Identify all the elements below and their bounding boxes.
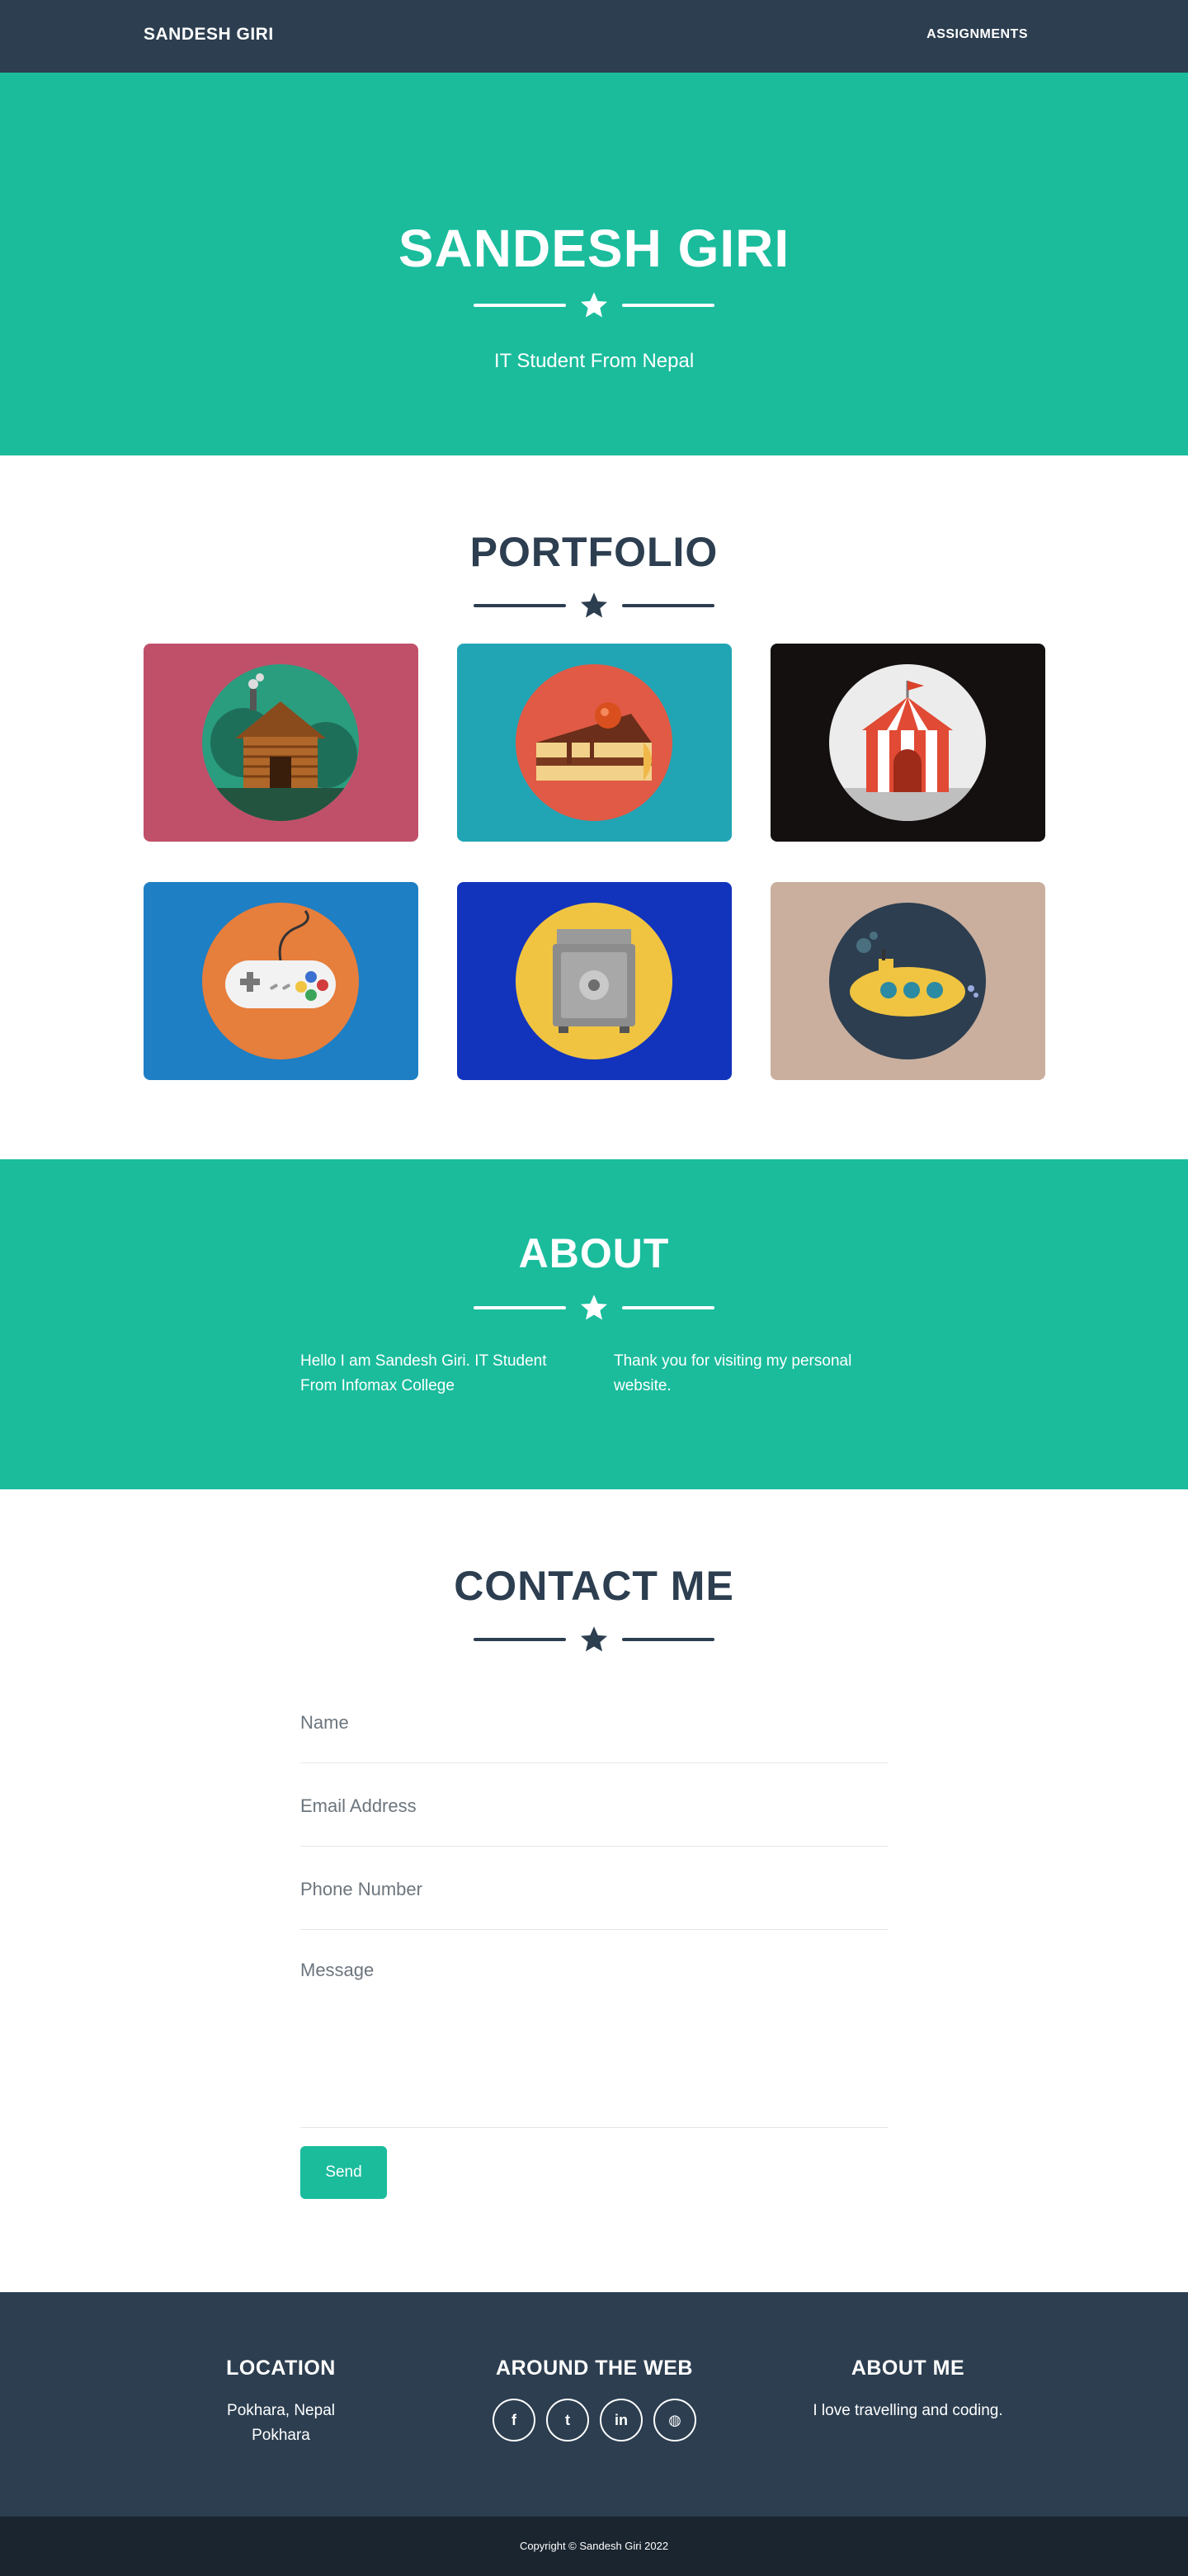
dribbble-icon[interactable]: ◍ [653,2399,696,2442]
contact-divider [474,1626,714,1652]
nav-link-assignments[interactable]: ASSIGNMENTS [926,27,1028,42]
name-input[interactable] [300,1712,889,1734]
linkedin-icon[interactable]: in [600,2399,643,2442]
contact-section: CONTACT ME Send [0,1489,1188,2292]
footer-location-title: LOCATION [226,2357,336,2380]
about-section: ABOUT Hello I am Sandesh Giri. IT Studen… [0,1159,1188,1489]
footer-about-title: ABOUT ME [851,2357,965,2380]
facebook-icon[interactable]: f [493,2399,535,2442]
masthead-subtitle: IT Student From Nepal [493,350,695,372]
submarine-icon [829,903,986,1059]
footer-around-web: AROUND THE WEB f t in ◍ [457,2357,732,2442]
navbar: SANDESH GIRI ASSIGNMENTS [0,0,1188,73]
social-links: f t in ◍ [457,2399,732,2442]
portfolio-divider [474,592,714,618]
footer-about-text: I love travelling and coding. [813,2402,1003,2419]
copyright: Copyright © Sandesh Giri 2022 [0,2517,1188,2576]
portfolio-title: PORTFOLIO [469,529,719,575]
footer: LOCATION Pokhara, Nepal Pokhara AROUND T… [0,2292,1188,2517]
phone-input[interactable] [300,1879,889,1900]
portfolio-section: PORTFOLIO [0,455,1188,1159]
cabin-icon [202,664,359,821]
brand-link[interactable]: SANDESH GIRI [144,25,274,45]
safe-icon [516,903,672,1059]
contact-title: CONTACT ME [454,1563,734,1609]
footer-location-line1: Pokhara, Nepal [227,2402,335,2419]
message-textarea[interactable] [300,1960,889,2116]
message-field-group [300,1951,889,2128]
circus-tent-icon [829,664,986,821]
portfolio-item-cake[interactable] [457,644,732,842]
portfolio-item-circus[interactable] [771,644,1045,842]
footer-web-title: AROUND THE WEB [496,2357,693,2380]
footer-location-line2: Pokhara [252,2427,310,2444]
send-button[interactable]: Send [300,2146,387,2199]
cake-icon [516,664,672,821]
phone-field-group [300,1869,889,1930]
star-icon [580,1295,608,1320]
star-icon [580,1626,608,1652]
footer-location: LOCATION Pokhara, Nepal Pokhara [144,2357,418,2448]
star-icon [580,592,608,618]
portfolio-item-safe[interactable] [457,882,732,1080]
footer-about-me: ABOUT ME I love travelling and coding. [771,2357,1045,2423]
about-title: ABOUT [518,1230,670,1276]
about-divider [474,1295,714,1320]
portfolio-item-cabin[interactable] [144,644,418,842]
about-text-right: Thank you for visiting my personal websi… [614,1352,852,1394]
twitter-icon[interactable]: t [546,2399,589,2442]
portfolio-item-submarine[interactable] [771,882,1045,1080]
email-field-group [300,1786,889,1847]
star-icon [580,292,608,318]
masthead-title: SANDESH GIRI [398,219,790,278]
masthead: SANDESH GIRI IT Student From Nepal [0,73,1188,455]
portfolio-item-game[interactable] [144,882,418,1080]
about-text-left: Hello I am Sandesh Giri. IT Student From… [300,1352,547,1394]
email-input[interactable] [300,1795,889,1817]
name-field-group [300,1702,889,1763]
game-controller-icon [202,903,359,1059]
masthead-divider [474,292,714,318]
